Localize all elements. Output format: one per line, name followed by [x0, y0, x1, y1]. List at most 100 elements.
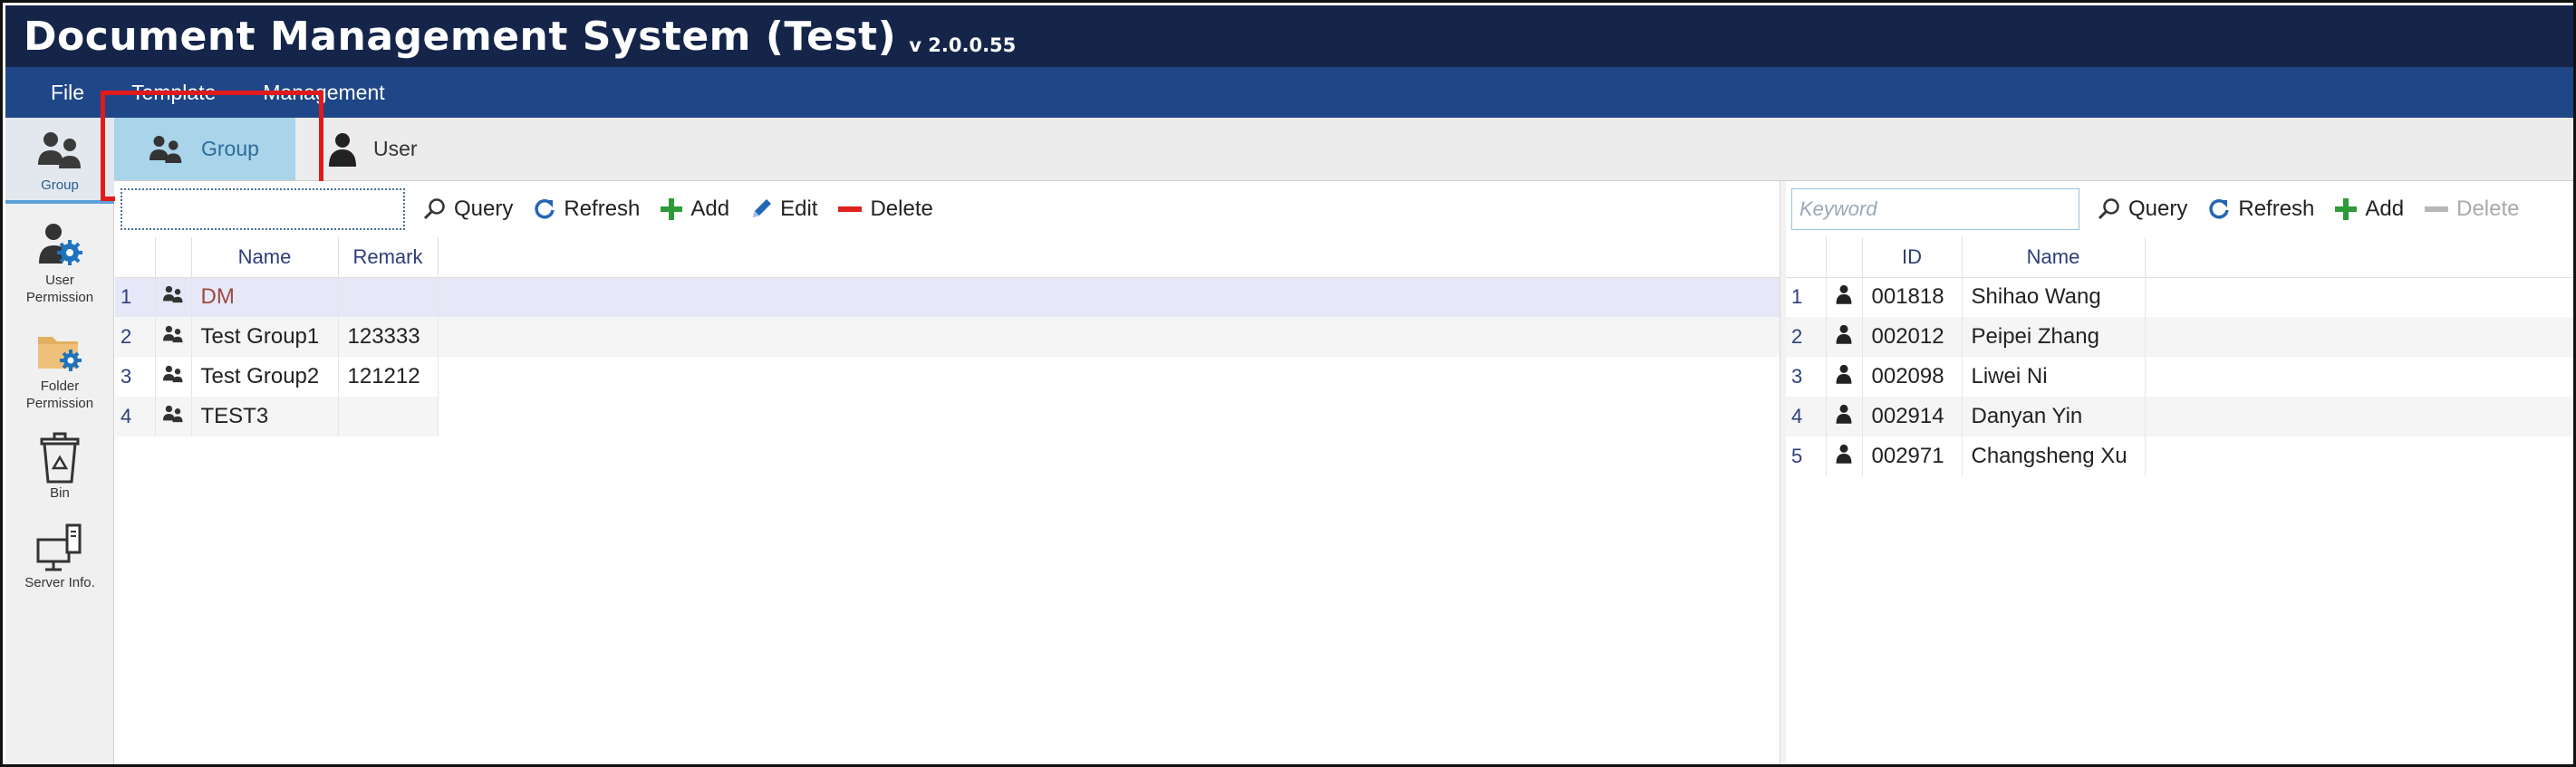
column-header-name[interactable]: Name: [1962, 237, 2146, 278]
row-number: 3: [1786, 357, 1827, 397]
table-row[interactable]: 5 002971 Changsheng Xu: [1786, 436, 2573, 476]
refresh-icon: [2207, 197, 2231, 221]
table-row[interactable]: 2 Test Group1 123333: [115, 317, 1780, 357]
group-query-button[interactable]: Query: [423, 197, 513, 222]
recycle-bin-icon: [34, 432, 85, 484]
sidebar-item-user-permission[interactable]: User Permission: [5, 204, 114, 312]
row-number-header: [1786, 237, 1827, 278]
table-row[interactable]: 3 Test Group2 121212: [115, 357, 1780, 397]
group-toolbar: Query Refresh Add Edit Delete: [115, 181, 1780, 237]
icon-header: [1826, 237, 1863, 278]
group-refresh-button[interactable]: Refresh: [533, 197, 640, 222]
user-table: ID Name 1 001818 Shihao Wang 2 002012 Pe…: [1786, 237, 2573, 476]
row-fill: [438, 397, 1780, 436]
sidebar-item-server-info[interactable]: Server Info.: [5, 508, 114, 598]
row-fill: [438, 277, 1780, 317]
row-number: 1: [115, 277, 156, 317]
table-header-row: ID Name: [1786, 237, 2573, 278]
table-header-row: Name Remark: [115, 237, 1780, 278]
refresh-label: Refresh: [2238, 197, 2315, 221]
user-icon: [1826, 357, 1863, 397]
sidebar-item-folder-permission[interactable]: Folder Permission: [5, 312, 114, 418]
sidebar-item-label: Bin: [50, 484, 70, 501]
group-remark: [338, 397, 439, 436]
search-icon: [2098, 197, 2121, 221]
user-icon: [1826, 277, 1863, 317]
sidebar: Group User Permission Folder Permission …: [5, 118, 114, 764]
sidebar-item-bin[interactable]: Bin: [5, 418, 114, 508]
column-header-remark[interactable]: Remark: [338, 237, 439, 278]
search-icon: [423, 197, 447, 221]
add-label: Add: [690, 197, 730, 221]
tab-label: User: [373, 137, 418, 160]
sub-tab-bar: Group User: [114, 118, 2573, 181]
user-name: Liwei Ni: [1962, 357, 2146, 397]
menu-management[interactable]: Management: [263, 81, 384, 105]
table-row[interactable]: 4 TEST3: [115, 397, 1780, 436]
query-label: Query: [2128, 197, 2188, 221]
row-fill: [2145, 317, 2573, 357]
row-number: 4: [1786, 397, 1827, 436]
user-permission-icon: [34, 220, 85, 271]
user-name: Shihao Wang: [1962, 277, 2146, 317]
add-icon: [2334, 197, 2358, 221]
user-id: 002914: [1862, 397, 1963, 436]
row-number: 1: [1786, 277, 1827, 317]
menu-file[interactable]: File: [51, 81, 84, 105]
sidebar-item-group[interactable]: Group: [5, 118, 114, 204]
user-name: Danyan Yin: [1962, 397, 2146, 436]
keyword-search-input[interactable]: [1791, 188, 2079, 230]
tab-label: Group: [201, 137, 259, 160]
row-number: 5: [1786, 436, 1827, 476]
menu-template[interactable]: Template: [131, 81, 216, 105]
folder-permission-icon: [34, 326, 85, 377]
add-icon: [660, 197, 683, 221]
row-number: 4: [115, 397, 156, 436]
group-icon: [155, 317, 192, 357]
row-number: 3: [115, 357, 156, 397]
table-row[interactable]: 2 002012 Peipei Zhang: [1786, 317, 2573, 357]
row-number: 2: [115, 317, 156, 357]
table-row[interactable]: 1 001818 Shihao Wang: [1786, 277, 2573, 317]
row-number: 2: [1786, 317, 1827, 357]
group-remark: 123333: [338, 317, 439, 357]
user-id: 002098: [1862, 357, 1963, 397]
user-name: Peipei Zhang: [1962, 317, 2146, 357]
group-search-input[interactable]: [121, 188, 405, 230]
user-query-button[interactable]: Query: [2098, 197, 2187, 222]
sidebar-item-label: Server Info.: [24, 574, 95, 590]
group-name: Test Group2: [191, 357, 339, 397]
group-edit-button[interactable]: Edit: [749, 197, 817, 222]
group-add-button[interactable]: Add: [660, 197, 729, 222]
delete-label: Delete: [870, 197, 933, 221]
user-icon: [1826, 397, 1863, 436]
table-row[interactable]: 3 002098 Liwei Ni: [1786, 357, 2573, 397]
table-row[interactable]: 1 DM: [115, 277, 1780, 317]
user-refresh-button[interactable]: Refresh: [2207, 197, 2314, 222]
icon-header: [155, 237, 192, 278]
sidebar-item-label: Folder Permission: [25, 379, 94, 411]
query-label: Query: [454, 197, 514, 221]
app-window: Document Management System (Test) v 2.0.…: [0, 0, 2576, 767]
user-id: 001818: [1862, 277, 1963, 317]
user-id: 002012: [1862, 317, 1963, 357]
group-name: DM: [191, 277, 339, 317]
group-icon: [147, 133, 185, 166]
group-remark: [338, 277, 439, 317]
sidebar-item-label: Group: [41, 177, 79, 193]
user-toolbar: Query Refresh Add Delete: [1786, 181, 2573, 237]
group-name: Test Group1: [191, 317, 339, 357]
column-header-name[interactable]: Name: [191, 237, 339, 278]
group-name: TEST3: [191, 397, 339, 436]
table-row[interactable]: 4 002914 Danyan Yin: [1786, 397, 2573, 436]
refresh-label: Refresh: [564, 197, 641, 221]
group-panel: Query Refresh Add Edit Delete Name Remar…: [115, 181, 1780, 764]
user-add-button[interactable]: Add: [2334, 197, 2404, 222]
group-delete-button[interactable]: Delete: [837, 197, 933, 222]
tab-user[interactable]: User: [295, 118, 445, 180]
user-delete-button[interactable]: Delete: [2424, 197, 2519, 222]
column-header-id[interactable]: ID: [1862, 237, 1963, 278]
empty-header: [438, 237, 1780, 278]
user-id: 002971: [1862, 436, 1963, 476]
tab-group[interactable]: Group: [114, 118, 295, 180]
